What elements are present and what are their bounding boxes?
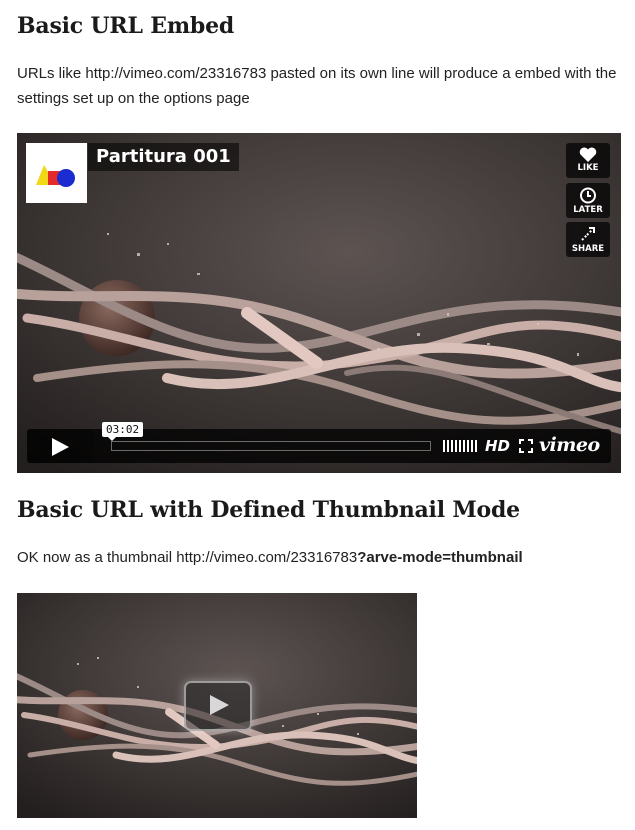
play-icon [210, 695, 229, 715]
section-description-thumbnail-mode: OK now as a thumbnail http://vimeo.com/2… [17, 545, 617, 570]
section-description-basic-embed: URLs like http://vimeo.com/23316783 past… [17, 65, 617, 107]
vimeo-logo[interactable]: vimeo [539, 433, 600, 457]
like-button[interactable]: LIKE [566, 143, 610, 178]
section-heading-basic-embed: Basic URL Embed [17, 13, 235, 39]
page: Basic URL Embed URLs like http://vimeo.c… [0, 0, 635, 830]
share-button[interactable]: SHARE [566, 222, 610, 257]
progress-bar[interactable] [111, 441, 431, 451]
like-label: LIKE [577, 163, 599, 173]
video-thumbnail[interactable] [17, 593, 417, 818]
time-display: 03:02 [102, 422, 144, 441]
hd-toggle[interactable]: HD [485, 436, 510, 456]
play-button[interactable] [27, 429, 93, 463]
description-plain: OK now as a thumbnail http://vimeo.com/2… [17, 549, 358, 566]
share-icon [581, 227, 595, 241]
clock-icon [580, 187, 596, 204]
watch-later-button[interactable]: LATER [566, 183, 610, 218]
play-icon [52, 438, 69, 456]
fullscreen-icon[interactable] [519, 439, 533, 453]
logo-shapes-icon [36, 165, 75, 187]
vimeo-player[interactable]: Partitura 001 LIKE LATER SHARE 03:02 HD … [17, 133, 621, 473]
volume-bars-icon[interactable] [443, 439, 479, 453]
player-controls: 03:02 HD vimeo [27, 422, 611, 463]
heart-icon [579, 147, 597, 162]
share-label: SHARE [571, 244, 605, 254]
thumbnail-play-button[interactable] [184, 681, 252, 731]
section-heading-thumbnail-mode: Basic URL with Defined Thumbnail Mode [17, 497, 520, 523]
channel-logo[interactable] [26, 143, 87, 203]
video-title[interactable]: Partitura 001 [88, 143, 239, 171]
later-label: LATER [573, 205, 603, 215]
description-bold: ?arve-mode=thumbnail [357, 549, 523, 566]
